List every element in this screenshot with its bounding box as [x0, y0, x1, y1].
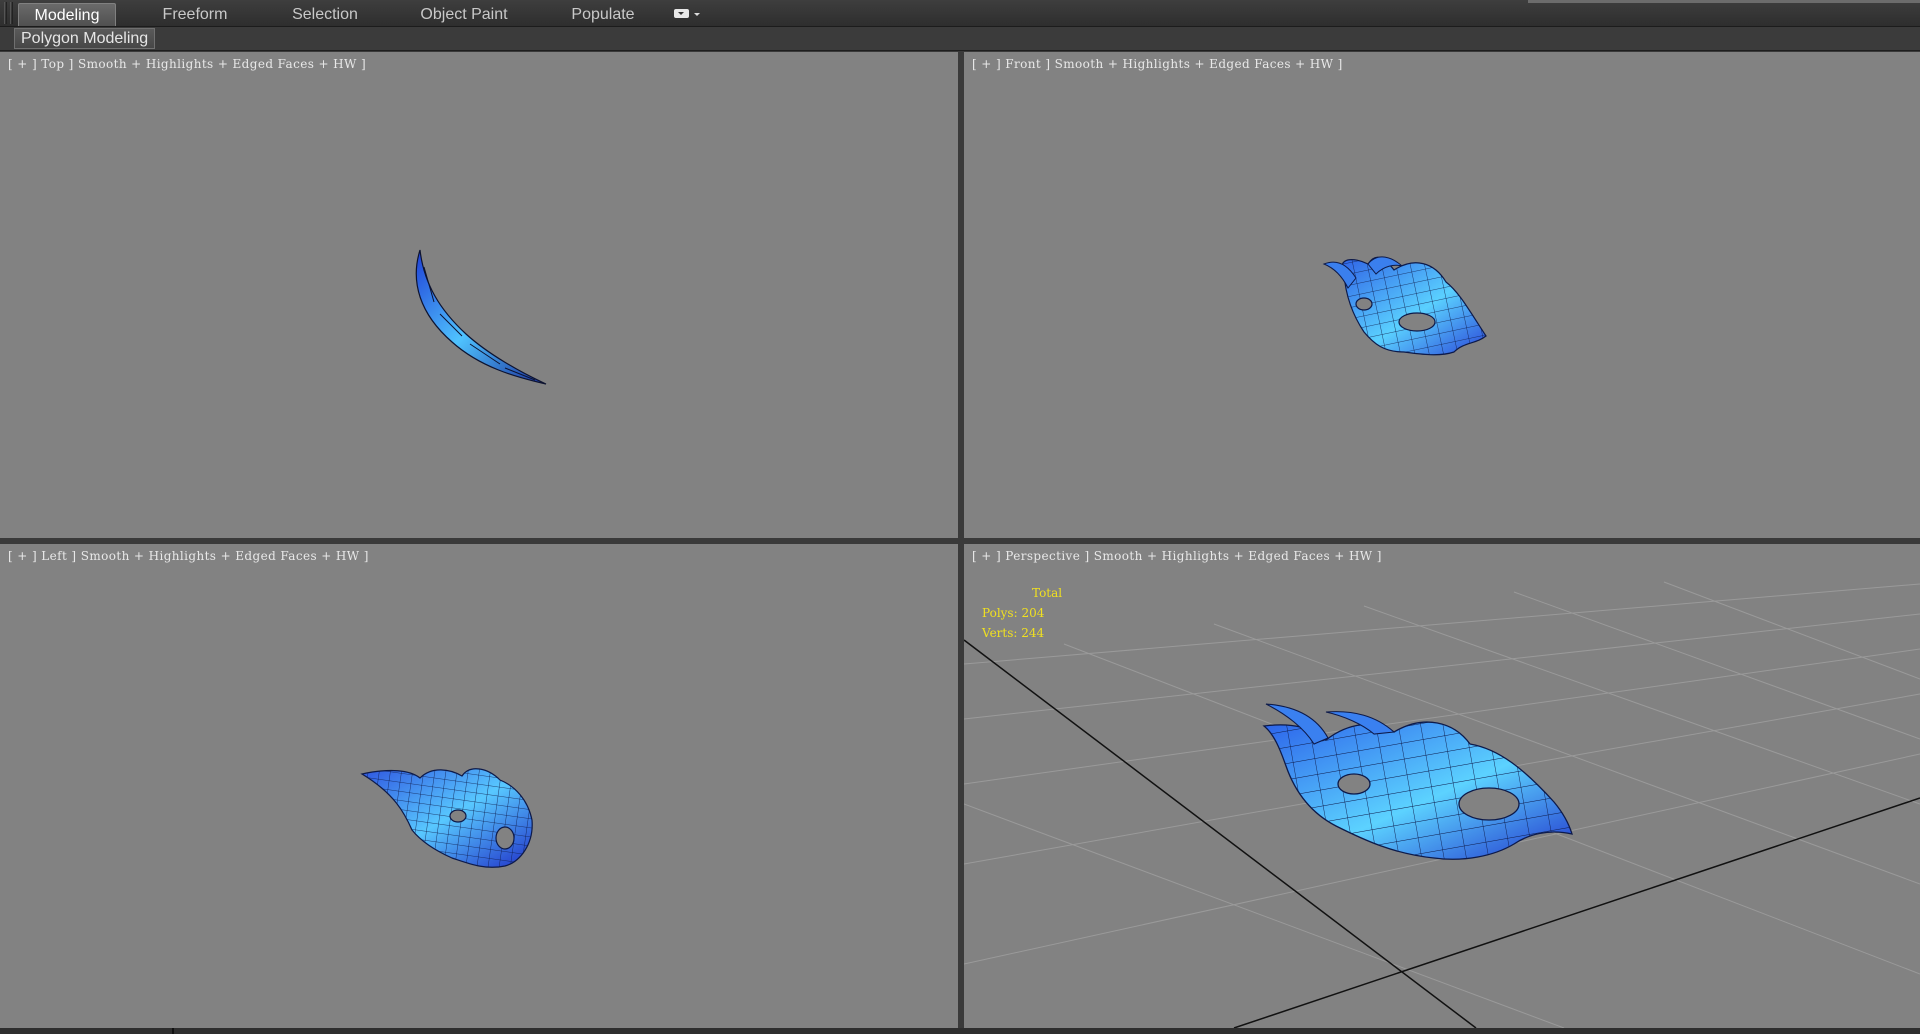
viewport-front[interactable]: [ + ] Front ] Smooth + Highlights + Edge… — [964, 52, 1920, 538]
tab-freeform[interactable]: Freeform — [140, 3, 250, 26]
chevron-down-icon — [694, 13, 700, 16]
viewport-top[interactable]: [ + ] Top ] Smooth + Highlights + Edged … — [0, 52, 958, 538]
mask-mesh-top — [415, 249, 547, 385]
ribbon-panel: Polygon Modeling — [0, 27, 1920, 51]
tab-selection[interactable]: Selection — [270, 3, 380, 26]
ribbon-options-icon[interactable] — [674, 6, 704, 22]
ribbon-options-box-icon — [674, 9, 689, 18]
mask-front-view — [1322, 256, 1487, 356]
viewport-left[interactable]: [ + ] Left ] Smooth + Highlights + Edged… — [0, 544, 958, 1028]
polygon-modeling-panel-button[interactable]: Polygon Modeling — [14, 28, 156, 49]
mask-mesh-front — [1322, 256, 1487, 356]
tab-object-paint[interactable]: Object Paint — [404, 3, 524, 26]
title-strip — [1528, 0, 1920, 3]
mask-left-view — [360, 768, 533, 868]
status-tick — [172, 1028, 174, 1034]
ribbon-grip-secondary[interactable] — [10, 2, 13, 24]
mask-top-view — [415, 249, 547, 385]
ribbon-grip[interactable] — [4, 2, 7, 24]
axis-line-y — [1233, 797, 1920, 1028]
perspective-scene — [964, 581, 1920, 1028]
tab-populate[interactable]: Populate — [550, 3, 656, 26]
mask-mesh-left — [360, 768, 533, 868]
mask-mesh-perspective — [1262, 703, 1573, 860]
tab-modeling[interactable]: Modeling — [18, 3, 116, 26]
viewport-perspective[interactable]: [ + ] Perspective ] Smooth + Highlights … — [964, 544, 1920, 1028]
status-strip — [0, 1028, 1920, 1034]
ribbon-tab-bar: Modeling Freeform Selection Object Paint… — [0, 0, 1920, 27]
